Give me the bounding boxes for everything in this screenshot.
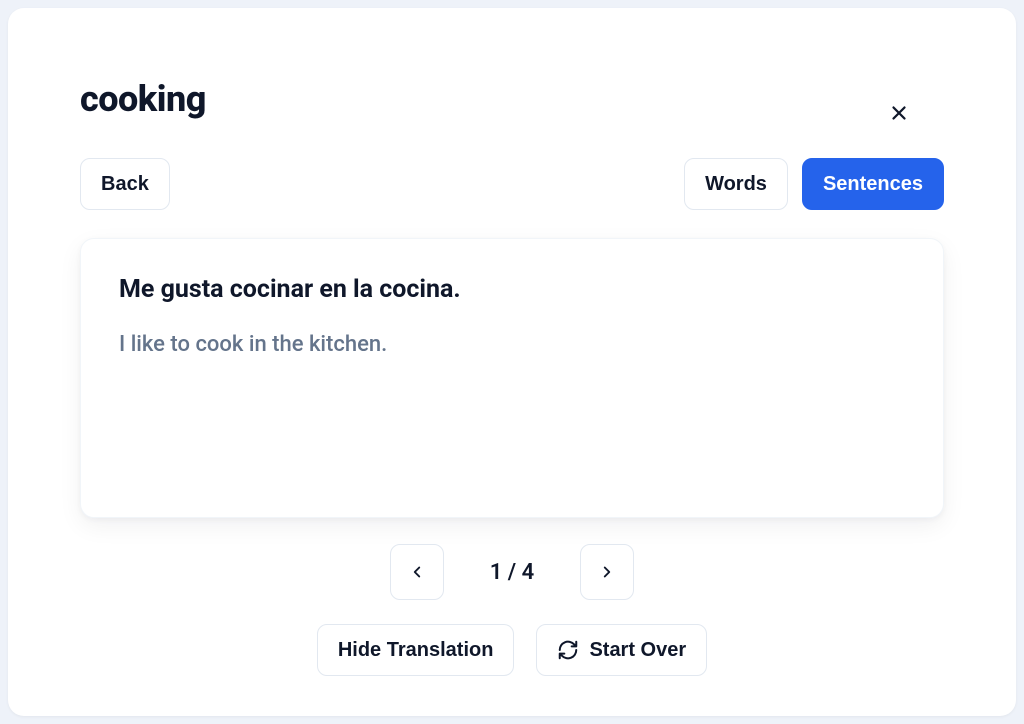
start-over-button[interactable]: Start Over xyxy=(536,624,707,676)
chevron-left-icon xyxy=(408,563,426,581)
page-title: cooking xyxy=(80,78,944,120)
pager-position: 1 / 4 xyxy=(490,560,534,585)
card-actions: Hide Translation Start Over xyxy=(80,624,944,676)
flashcard-modal: cooking Back Words Sentences Me gusta co… xyxy=(8,8,1016,716)
flashcard: Me gusta cocinar en la cocina. I like to… xyxy=(80,238,944,518)
flashcard-translation: I like to cook in the kitchen. xyxy=(119,332,905,357)
next-button[interactable] xyxy=(580,544,634,600)
toolbar: Back Words Sentences xyxy=(80,158,944,210)
tab-sentences[interactable]: Sentences xyxy=(802,158,944,210)
chevron-right-icon xyxy=(598,563,616,581)
back-button[interactable]: Back xyxy=(80,158,170,210)
close-button[interactable] xyxy=(882,96,916,130)
start-over-label: Start Over xyxy=(589,639,686,662)
tab-words[interactable]: Words xyxy=(684,158,788,210)
close-icon xyxy=(888,102,910,124)
toggle-translation-button[interactable]: Hide Translation xyxy=(317,624,515,676)
refresh-icon xyxy=(557,639,579,661)
mode-switch: Words Sentences xyxy=(684,158,944,210)
pager: 1 / 4 xyxy=(80,544,944,600)
flashcard-sentence: Me gusta cocinar en la cocina. xyxy=(119,275,905,304)
previous-button[interactable] xyxy=(390,544,444,600)
